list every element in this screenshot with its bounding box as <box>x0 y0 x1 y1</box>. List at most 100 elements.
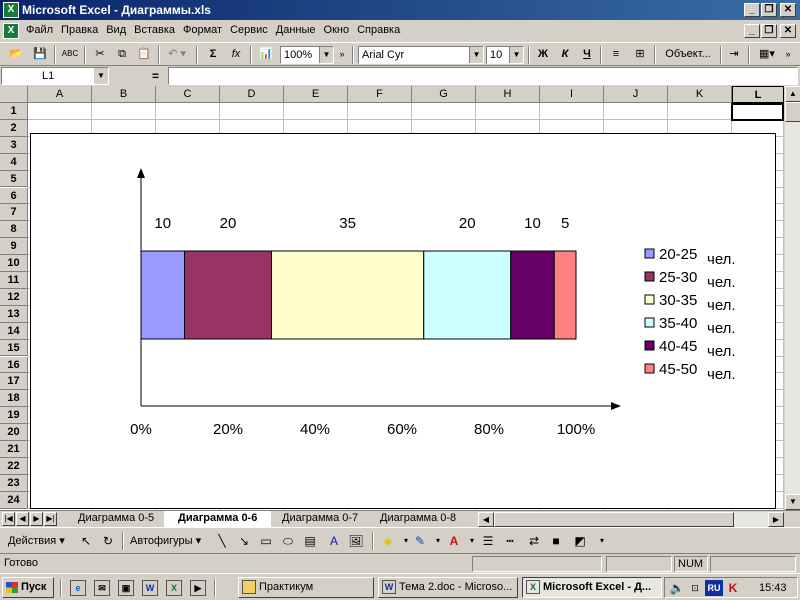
row-header[interactable]: 24 <box>0 491 28 509</box>
actions-menu[interactable]: Действия ▾ <box>8 534 65 547</box>
italic-button[interactable]: К <box>556 45 574 65</box>
bold-button[interactable]: Ж <box>534 45 552 65</box>
doc-restore-button[interactable]: ❐ <box>761 24 777 38</box>
column-header[interactable]: A <box>28 86 92 103</box>
column-header[interactable]: C <box>156 86 220 103</box>
row-header[interactable]: 20 <box>0 424 28 441</box>
select-all-corner[interactable] <box>0 86 28 103</box>
sheet-tab[interactable]: Диаграмма 0-7 <box>268 511 372 527</box>
menu-item[interactable]: Вставка <box>134 24 175 36</box>
horizontal-scrollbar[interactable]: ◀ ▶ <box>478 512 784 527</box>
row-header[interactable]: 17 <box>0 373 28 391</box>
menu-item[interactable]: Файл <box>26 24 53 36</box>
first-sheet-icon[interactable]: |◀ <box>2 512 15 526</box>
word-icon[interactable]: W <box>142 580 158 596</box>
oval-icon[interactable]: ⬭ <box>280 533 296 549</box>
menu-item[interactable]: Окно <box>324 24 350 36</box>
excel-icon[interactable]: X <box>166 580 182 596</box>
name-box[interactable]: L1 ▼ <box>1 67 109 85</box>
menu-item[interactable]: Вид <box>106 24 126 36</box>
vertical-scrollbar[interactable]: ▲ ▼ <box>784 86 800 510</box>
taskbar-button-folder[interactable]: Практикум <box>238 577 374 598</box>
sheet-tab[interactable]: Диаграмма 0-6 <box>164 511 272 527</box>
menu-item[interactable]: Справка <box>357 24 400 36</box>
paste-icon[interactable]: 📋 <box>134 45 154 65</box>
start-button[interactable]: Пуск <box>2 577 54 598</box>
row-header[interactable]: 11 <box>0 272 28 289</box>
save-icon[interactable]: 💾 <box>30 45 50 65</box>
minimize-button[interactable]: _ <box>744 3 760 17</box>
more-buttons-icon[interactable]: » <box>336 45 348 65</box>
network-icon[interactable]: ⊡ <box>687 580 703 596</box>
chart-wizard-icon[interactable]: 📊 <box>256 45 276 65</box>
row-header[interactable]: 6 <box>0 187 28 205</box>
next-sheet-icon[interactable]: ▶ <box>30 512 43 526</box>
media-icon[interactable]: ▶ <box>190 580 206 596</box>
column-header[interactable]: B <box>92 86 156 103</box>
wordart-icon[interactable]: A <box>326 533 342 549</box>
selected-cell[interactable] <box>731 103 784 121</box>
column-header[interactable]: H <box>476 86 540 103</box>
font-select[interactable]: Arial Cyr ▼ <box>358 46 484 64</box>
dash-style-icon[interactable]: ┅ <box>502 533 518 549</box>
chart-area[interactable]: 10 20 35 20 10 5 0% 20% 40% 60% 80% 100% 20-25 чел. 25… <box>30 133 776 509</box>
scroll-down-icon[interactable]: ▼ <box>785 494 800 510</box>
autosum-button[interactable]: Σ <box>204 45 222 65</box>
undo-icon[interactable]: ↶ ▾ <box>164 45 190 65</box>
scroll-thumb[interactable] <box>494 512 734 527</box>
indent-icon[interactable]: ⇥ <box>724 45 744 65</box>
scroll-thumb[interactable] <box>785 102 800 122</box>
function-button[interactable]: fx <box>226 45 246 65</box>
row-header[interactable]: 21 <box>0 441 28 458</box>
taskbar-button-excel[interactable]: X Microsoft Excel - Д... <box>522 577 662 598</box>
line-color-icon[interactable]: ✎ <box>412 533 428 549</box>
autoshapes-menu[interactable]: Автофигуры ▾ <box>130 534 201 547</box>
column-header[interactable]: J <box>604 86 668 103</box>
more-buttons-icon[interactable]: » <box>782 45 794 65</box>
scroll-right-icon[interactable]: ▶ <box>768 512 784 527</box>
column-header[interactable]: L <box>732 86 784 103</box>
chevron-down-icon[interactable]: ▾ <box>594 533 610 549</box>
excel-icon[interactable]: X <box>3 2 19 18</box>
font-color-icon[interactable]: A <box>446 533 462 549</box>
borders-icon[interactable]: ▦▾ <box>754 45 780 65</box>
prev-sheet-icon[interactable]: ◀ <box>16 512 29 526</box>
column-header[interactable]: F <box>348 86 412 103</box>
clipart-icon[interactable]: 🖼 <box>348 533 364 549</box>
row-header[interactable]: 18 <box>0 390 28 408</box>
taskbar-button-word[interactable]: W Тема 2.doc - Microso... <box>378 577 518 598</box>
font-size-select[interactable]: 10 ▼ <box>486 46 524 64</box>
antivirus-icon[interactable]: K <box>725 580 741 596</box>
formula-input[interactable] <box>168 67 798 85</box>
doc-minimize-button[interactable]: _ <box>744 24 760 38</box>
cut-icon[interactable]: ✂ <box>90 45 110 65</box>
workbook-icon[interactable]: X <box>3 23 19 39</box>
spellcheck-icon[interactable]: ABC <box>60 45 80 65</box>
chevron-down-icon[interactable]: ▾ <box>464 533 480 549</box>
row-header[interactable]: 7 <box>0 204 28 222</box>
menu-item[interactable]: Правка <box>61 24 98 36</box>
column-header[interactable]: K <box>668 86 732 103</box>
row-header[interactable]: 3 <box>0 136 28 154</box>
last-sheet-icon[interactable]: ▶| <box>44 512 57 526</box>
row-header[interactable]: 22 <box>0 457 28 475</box>
menu-item[interactable]: Данные <box>276 24 316 36</box>
select-objects-icon[interactable]: ↖ <box>78 533 94 549</box>
row-header[interactable]: 19 <box>0 407 28 425</box>
column-header[interactable]: I <box>540 86 604 103</box>
menu-item[interactable]: Формат <box>183 24 222 36</box>
row-header[interactable]: 12 <box>0 288 28 306</box>
chevron-down-icon[interactable]: ▾ <box>430 533 446 549</box>
shadow-icon[interactable]: ■ <box>548 533 564 549</box>
row-header[interactable]: 10 <box>0 255 28 272</box>
sheet-tab[interactable]: Диаграмма 0-8 <box>366 511 470 527</box>
arrow-style-icon[interactable]: ⇄ <box>526 533 542 549</box>
outlook-icon[interactable]: ✉ <box>94 580 110 596</box>
doc-close-button[interactable]: ✕ <box>780 24 796 38</box>
row-header[interactable]: 9 <box>0 238 28 256</box>
column-header[interactable]: G <box>412 86 476 103</box>
sheet-tab[interactable]: Диаграмма 0-5 <box>64 511 168 527</box>
row-header[interactable]: 14 <box>0 322 28 340</box>
line-style-icon[interactable]: ☰ <box>480 533 496 549</box>
row-header[interactable]: 15 <box>0 339 28 357</box>
